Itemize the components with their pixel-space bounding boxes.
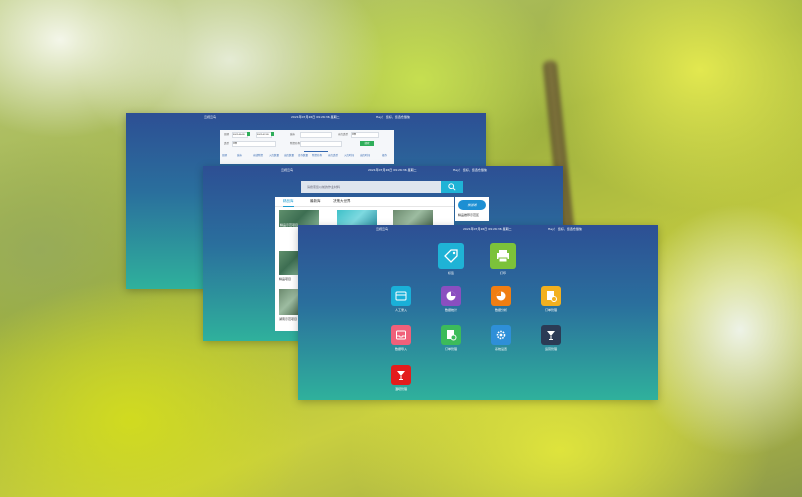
tab-decision[interactable]: 决策大世界 [333,197,351,206]
filter-panel: 日期 2021-06-26 2021-07-26 城市 仓库类型 全部 类型 全… [220,130,394,164]
search-button[interactable] [441,181,463,193]
date-from-field[interactable]: 2021-06-26 [232,132,248,138]
date-to-field[interactable]: 2021-07-26 [256,132,272,138]
tab-indicator [304,151,328,152]
column-header[interactable]: 出库时间 [360,153,370,157]
column-header[interactable]: 日期 [222,153,227,157]
app-label: 人工录入 [394,308,407,312]
search-icon [448,183,456,191]
warehouse-type-label: 仓库类型 [338,133,349,136]
printer-icon [490,243,516,269]
column-header[interactable]: 入库数量 [269,153,279,157]
app-analysis[interactable]: 数据分析 [490,286,512,312]
inbox-icon [391,325,411,345]
search-input[interactable]: 请搜索您以前的作业材料 [301,181,441,193]
app-label: 数据导入 [394,347,407,351]
type-select[interactable]: 全部 [232,141,276,147]
card-caption: 精品示范项目 [280,223,299,227]
document-settings-icon [541,286,561,306]
user-greeting[interactable]: Hey！ 您好，您选仓储信 [376,113,410,121]
app-bar-management[interactable]: 酒吧管理 [390,365,412,391]
app-print[interactable]: 打印 [490,243,516,275]
app-label: 酒吧管理 [394,387,407,391]
brand-title: 云视云鸟 [376,227,389,231]
side-panel: 旅游通 精品推荐示范区 [455,197,489,221]
city-label: 城市 [290,133,296,136]
brand-title: 云视云鸟 [281,168,294,172]
app-order-management[interactable]: 订单管理 [440,325,462,351]
column-header[interactable]: 操作 [382,153,387,157]
column-header[interactable]: 仓库类型 [328,153,338,157]
gear-icon [491,325,511,345]
card-icon [391,286,411,306]
app-label: 标签 [447,271,454,275]
tag-icon [438,243,464,269]
app-label: 打印 [499,271,506,275]
datetime: 2021年07月26日 09:26:36 星期二 [291,115,340,119]
app-statistics[interactable]: 数据统计 [440,286,462,312]
calendar-icon[interactable] [271,132,274,136]
column-header[interactable]: 仓储物资 [253,153,263,157]
date-label: 日期 [224,133,230,136]
column-header[interactable]: 入库时间 [344,153,354,157]
window-dashboard[interactable]: 云视云鸟 2021年07月26日 09:26:36 星期二 Hey！ 您好，您选… [298,225,658,400]
search-button[interactable]: 搜索 [360,141,374,146]
app-tag[interactable]: 标签 [438,243,464,275]
document-gear-icon [441,325,461,345]
app-label: 系统设置 [494,347,507,351]
tab-featured[interactable]: 精品库 [283,197,294,207]
table-header: 日期 城市 仓储物资 入库数量 出库数量 库存数量 物资名称 仓库类型 入库时间… [220,153,394,158]
warehouse-type-select[interactable]: 全部 [351,132,379,138]
app-operations[interactable]: 运营管理 [540,325,562,351]
list-caption: 精品项目 [279,277,292,281]
app-label: 运营管理 [544,347,557,351]
pie-chart-icon [441,286,461,306]
user-greeting[interactable]: Hey！ 您好，您选仓储信 [453,166,487,174]
title-bar: 云视云鸟 2021年07月26日 09:26:36 星期二 Hey！ 您好，您选… [126,113,486,121]
list-caption: 湖南示范项目 [279,317,298,321]
app-label: 数据统计 [444,308,457,312]
datetime: 2021年07月26日 09:26:36 星期二 [463,227,512,231]
user-greeting[interactable]: Hey！ 您好，您选仓储信 [548,225,582,233]
app-label: 数据分析 [494,308,507,312]
logo: 旅游通 [458,200,486,210]
material-name-field[interactable] [300,141,342,147]
tab-latest[interactable]: 最新库 [310,197,321,206]
cocktail-icon [541,325,561,345]
app-orders[interactable]: 订单管理 [540,286,562,312]
title-bar: 云视云鸟 2021年07月26日 09:26:36 星期二 Hey！ 您好，您选… [298,225,658,233]
city-field[interactable] [300,132,332,138]
app-manual-entry[interactable]: 人工录入 [390,286,412,312]
app-import[interactable]: 数据导入 [390,325,412,351]
datetime: 2021年07月26日 09:26:36 星期二 [368,168,417,172]
app-label: 订单管理 [544,308,557,312]
cocktail-icon [391,365,411,385]
column-header[interactable]: 城市 [237,153,242,157]
app-label: 订单管理 [444,347,457,351]
pie-chart-icon [491,286,511,306]
title-bar: 云视云鸟 2021年07月26日 09:26:36 星期二 Hey！ 您好，您选… [203,166,563,174]
side-text[interactable]: 精品推荐示范区 [458,213,479,217]
column-header[interactable]: 出库数量 [284,153,294,157]
tab-bar: 精品库 最新库 决策大世界 [275,197,454,207]
column-header[interactable]: 库存数量 [298,153,308,157]
type-label: 类型 [224,142,230,145]
material-name-label: 物资名称 [290,142,301,145]
calendar-icon[interactable] [247,132,250,136]
brand-title: 云视云鸟 [204,115,217,119]
app-settings[interactable]: 系统设置 [490,325,512,351]
column-header[interactable]: 物资名称 [312,153,322,157]
